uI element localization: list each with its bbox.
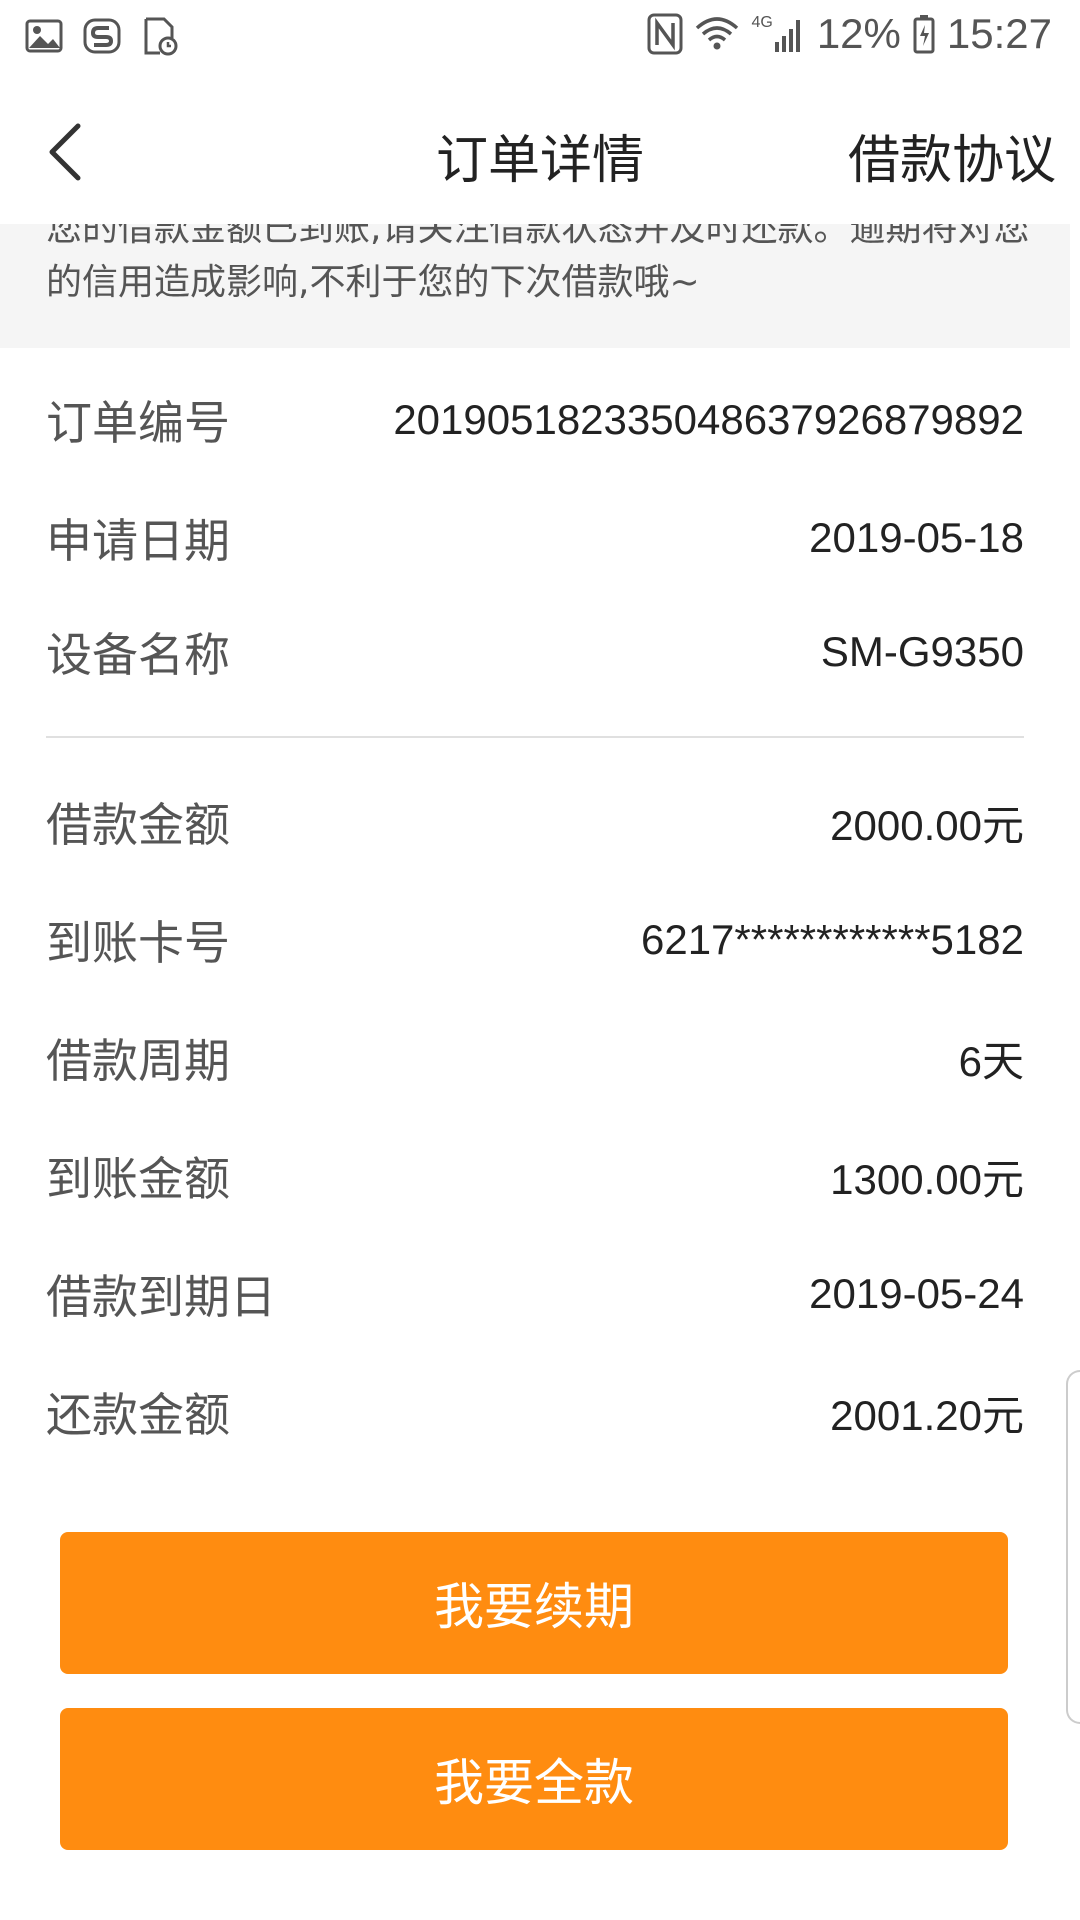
notification-icons xyxy=(24,16,180,56)
order-number-row: 订单编号 20190518233504863792687989​2 xyxy=(46,390,1024,450)
notice-text: 您的借款金额已到账,请关注借款状态并及时还款。逾期将对您的信用造成影响,不利于您… xyxy=(46,224,1030,303)
received-amount-row: 到账金额 1300.00元 xyxy=(46,1146,1024,1206)
full-repay-button[interactable]: 我要全款 xyxy=(60,1708,1008,1850)
edge-panel-handle[interactable] xyxy=(1066,1370,1080,1724)
section-divider xyxy=(46,736,1024,738)
repay-amount-label: 还款金额 xyxy=(46,1388,230,1442)
apply-date-row: 申请日期 2019-05-18 xyxy=(46,508,1024,568)
repay-amount-row: 还款金额 2001.20元 xyxy=(46,1382,1024,1442)
order-number-value: 20190518233504863792687989​2 xyxy=(393,396,1024,443)
cell-signal-icon: 4G xyxy=(751,14,804,54)
loan-period-label: 借款周期 xyxy=(46,1034,230,1088)
loan-period-row: 借款周期 6天 xyxy=(46,1028,1024,1088)
apply-date-value: 2019-05-18 xyxy=(809,514,1024,561)
repay-amount-value: 2001.20元 xyxy=(830,1391,1024,1439)
due-date-value: 2019-05-24 xyxy=(809,1270,1024,1317)
due-date-row: 借款到期日 2019-05-24 xyxy=(46,1264,1024,1324)
due-date-label: 借款到期日 xyxy=(46,1270,276,1324)
renew-button[interactable]: 我要续期 xyxy=(60,1532,1008,1674)
clock: 15:27 xyxy=(946,10,1052,57)
loan-amount-value: 2000.00元 xyxy=(830,801,1024,849)
nav-bar: 订单详情 借款协议 xyxy=(0,76,1080,224)
apply-date-label: 申请日期 xyxy=(46,514,230,568)
card-number-value: 6217************5182 xyxy=(640,916,1024,963)
device-name-label: 设备名称 xyxy=(46,628,230,682)
system-status: 4G 12% 15:27 xyxy=(647,10,1052,58)
notice-banner: 您的借款金额已到账,请关注借款状态并及时还款。逾期将对您的信用造成影响,不利于您… xyxy=(0,224,1070,348)
received-amount-label: 到账金额 xyxy=(46,1152,230,1206)
device-name-row: 设备名称 SM-G9350 xyxy=(46,622,1024,682)
loan-agreement-link[interactable]: 借款协议 xyxy=(848,118,1056,193)
device-name-value: SM-G9350 xyxy=(820,628,1024,675)
received-amount-value: 1300.00元 xyxy=(830,1155,1024,1203)
loan-amount-label: 借款金额 xyxy=(46,798,230,852)
wifi-icon xyxy=(696,17,739,50)
gallery-icon xyxy=(25,19,63,53)
battery-percent: 12% xyxy=(816,10,901,57)
status-bar: 4G 12% 15:27 xyxy=(0,0,1080,76)
battery-icon xyxy=(913,15,935,54)
loan-amount-row: 借款金额 2000.00元 xyxy=(46,792,1024,852)
card-number-label: 到账卡号 xyxy=(46,916,230,970)
app-s-icon xyxy=(83,18,121,54)
nfc-icon xyxy=(647,13,683,55)
card-number-row: 到账卡号 6217************5182 xyxy=(46,910,1024,970)
network-type: 4G xyxy=(751,14,773,31)
loan-period-value: 6天 xyxy=(958,1037,1024,1085)
file-clock-icon xyxy=(144,17,178,56)
order-number-label: 订单编号 xyxy=(46,396,230,450)
